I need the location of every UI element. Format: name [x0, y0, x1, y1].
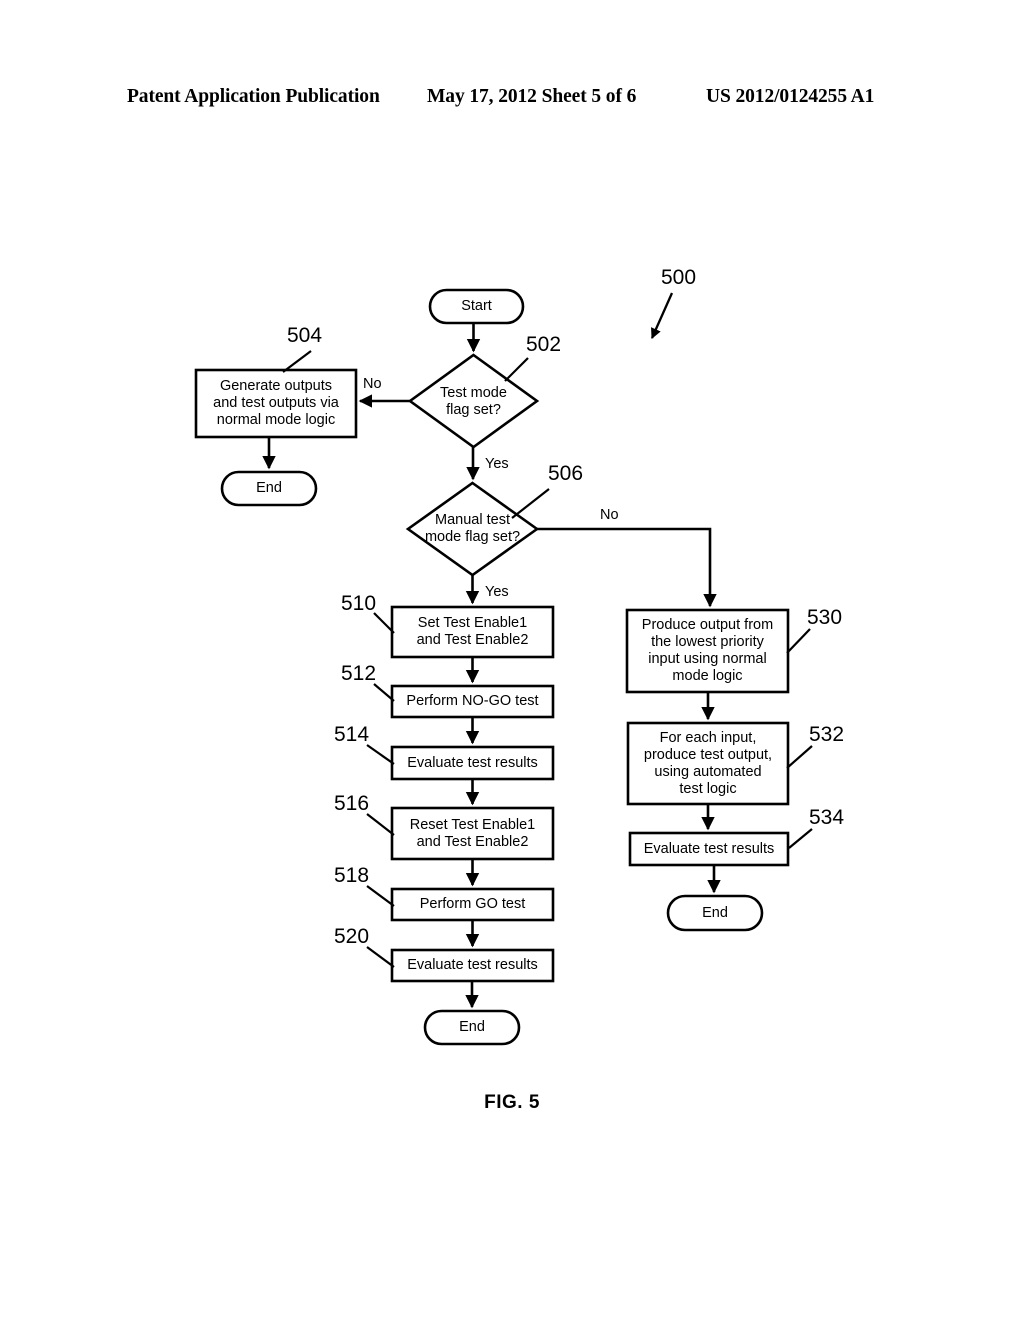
leader-534 — [788, 828, 813, 849]
leader-506 — [511, 488, 550, 519]
end-534-shape — [666, 894, 764, 932]
process-512-shape — [390, 684, 555, 719]
ref-number-516: 516 — [334, 792, 370, 815]
ref-number-500: 500 — [661, 266, 697, 289]
ref-number-512: 512 — [341, 662, 377, 685]
process-532-shape — [626, 721, 790, 806]
leader-532 — [786, 745, 813, 769]
ref-number-532: 532 — [809, 723, 845, 746]
process-534-shape — [628, 831, 790, 867]
decision-506-shape — [405, 481, 540, 577]
leader-500-arrow — [650, 292, 674, 339]
ref-number-506: 506 — [548, 462, 584, 485]
ref-number-518: 518 — [334, 864, 370, 887]
end-504-shape — [220, 470, 318, 507]
process-530-shape — [625, 608, 790, 694]
edge-506-no-to-530 — [537, 527, 717, 608]
leader-514 — [366, 744, 395, 765]
process-516-shape — [390, 806, 555, 861]
edge-label-506-yes: Yes — [485, 584, 509, 600]
leader-502 — [504, 357, 529, 382]
process-520-shape — [390, 948, 555, 983]
leader-516 — [366, 813, 395, 836]
process-518-shape — [390, 887, 555, 922]
edge-label-506-no: No — [600, 507, 619, 523]
process-510-shape — [390, 605, 555, 659]
edge-label-502-yes: Yes — [485, 456, 509, 472]
leader-530 — [786, 628, 811, 654]
ref-number-530: 530 — [807, 606, 843, 629]
leader-518 — [366, 885, 395, 907]
edge-label-502-no: No — [363, 376, 382, 392]
ref-number-504: 504 — [287, 324, 323, 347]
ref-number-520: 520 — [334, 925, 370, 948]
figure-caption: FIG. 5 — [484, 1092, 540, 1113]
ref-number-510: 510 — [341, 592, 377, 615]
end-520-shape — [423, 1009, 521, 1046]
ref-number-514: 514 — [334, 723, 370, 746]
start-terminator-shape — [428, 288, 525, 325]
ref-number-502: 502 — [526, 333, 562, 356]
leader-520 — [366, 946, 395, 968]
flowchart-figure: Start Test mode flag set? Generate outpu… — [0, 0, 1024, 1320]
process-514-shape — [390, 745, 555, 781]
process-504-shape — [194, 368, 358, 439]
ref-number-534: 534 — [809, 806, 845, 829]
